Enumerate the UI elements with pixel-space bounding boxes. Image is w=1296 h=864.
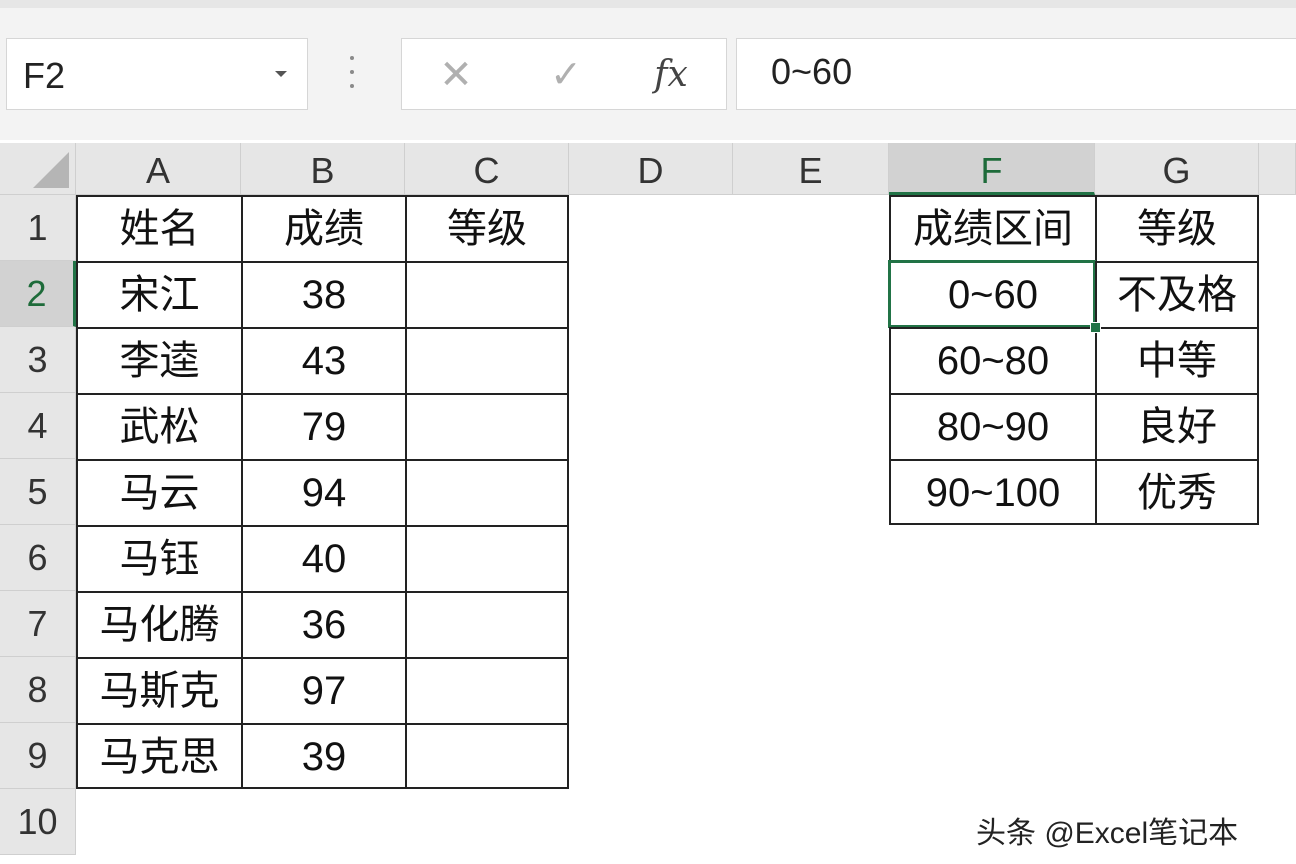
table2-cell[interactable]: 不及格	[1095, 261, 1259, 327]
watermark: 头条 @Excel笔记本	[976, 817, 1239, 850]
name-box[interactable]: F2	[6, 38, 308, 110]
table1-header-1[interactable]: 成绩	[241, 195, 405, 261]
row-header-9[interactable]: 9	[0, 723, 76, 789]
table1-cell[interactable]: 40	[241, 525, 405, 591]
table1-cell[interactable]: 97	[241, 657, 405, 723]
table1-cell[interactable]	[405, 459, 569, 525]
check-icon[interactable]: ✓	[542, 51, 590, 99]
table1-cell[interactable]: 马斯克	[76, 657, 241, 723]
column-header-h[interactable]	[1259, 143, 1296, 195]
table2-cell[interactable]: 优秀	[1095, 459, 1259, 525]
row-header-5[interactable]: 5	[0, 459, 76, 525]
table1-cell[interactable]	[405, 261, 569, 327]
ribbon-area: F2 ✕ ✓ fx 0~60	[0, 0, 1296, 140]
table1-cell[interactable]: 43	[241, 327, 405, 393]
table1-cell[interactable]	[405, 723, 569, 789]
column-header-d[interactable]: D	[569, 143, 733, 195]
row-header-8[interactable]: 8	[0, 657, 76, 723]
table1-header-0[interactable]: 姓名	[76, 195, 241, 261]
table1-cell[interactable]: 马化腾	[76, 591, 241, 657]
column-header-e[interactable]: E	[733, 143, 889, 195]
table1-cell[interactable]	[405, 657, 569, 723]
table1-cell[interactable]	[405, 393, 569, 459]
fill-handle[interactable]	[1090, 322, 1101, 333]
column-header-g[interactable]: G	[1095, 143, 1259, 195]
table2-cell[interactable]: 80~90	[889, 393, 1095, 459]
active-cell[interactable]: 0~60	[888, 260, 1096, 328]
table2-cell[interactable]: 良好	[1095, 393, 1259, 459]
cancel-icon[interactable]: ✕	[432, 51, 480, 99]
formula-buttons: ✕ ✓ fx	[401, 38, 727, 110]
name-box-value: F2	[23, 55, 66, 96]
formula-value: 0~60	[771, 51, 853, 92]
table1-cell[interactable]: 79	[241, 393, 405, 459]
row-header-10[interactable]: 10	[0, 789, 76, 855]
row-header-6[interactable]: 6	[0, 525, 76, 591]
table2-cell[interactable]: 60~80	[889, 327, 1095, 393]
table1-cell[interactable]	[405, 525, 569, 591]
table1-cell[interactable]: 马钰	[76, 525, 241, 591]
table1-cell[interactable]	[405, 591, 569, 657]
column-header-f[interactable]: F	[889, 143, 1095, 195]
table2-header-0[interactable]: 成绩区间	[889, 195, 1095, 261]
table1-cell[interactable]: 马云	[76, 459, 241, 525]
column-header-b[interactable]: B	[241, 143, 405, 195]
table2-cell[interactable]: 中等	[1095, 327, 1259, 393]
table1-cell[interactable]: 马克思	[76, 723, 241, 789]
insert-function-icon[interactable]: fx	[647, 51, 695, 99]
spreadsheet-grid: A B C D E F G 1 2 3 4 5 6 7 8 9 10 姓名 成绩 等级 宋江 38 李逵 43 武松 79 马云 94…	[0, 143, 1296, 864]
column-header-a[interactable]: A	[76, 143, 241, 195]
row-header-4[interactable]: 4	[0, 393, 76, 459]
table1-cell[interactable]: 36	[241, 591, 405, 657]
splitter-handle[interactable]	[349, 56, 355, 90]
row-header-7[interactable]: 7	[0, 591, 76, 657]
table1-cell[interactable]: 38	[241, 261, 405, 327]
table1-cell[interactable]	[405, 327, 569, 393]
table2-cell[interactable]: 90~100	[889, 459, 1095, 525]
column-header-c[interactable]: C	[405, 143, 569, 195]
table1-cell[interactable]: 94	[241, 459, 405, 525]
table1-header-2[interactable]: 等级	[405, 195, 569, 261]
table1-cell[interactable]: 李逵	[76, 327, 241, 393]
chevron-down-icon[interactable]	[275, 71, 287, 77]
table1-cell[interactable]: 宋江	[76, 261, 241, 327]
formula-input[interactable]: 0~60	[736, 38, 1296, 110]
row-header-3[interactable]: 3	[0, 327, 76, 393]
row-header-2[interactable]: 2	[0, 261, 76, 327]
row-header-1[interactable]: 1	[0, 195, 76, 261]
top-border	[0, 0, 1296, 8]
table2-header-1[interactable]: 等级	[1095, 195, 1259, 261]
table1-cell[interactable]: 武松	[76, 393, 241, 459]
table1-cell[interactable]: 39	[241, 723, 405, 789]
select-all-button[interactable]	[0, 143, 76, 195]
